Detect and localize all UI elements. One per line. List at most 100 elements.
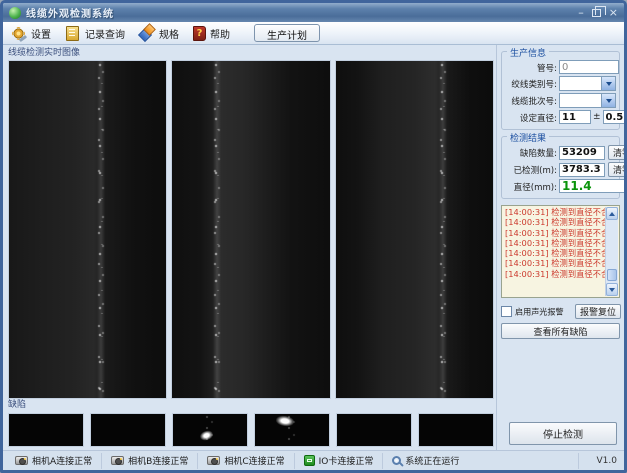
defect-thumbnail[interactable]: [172, 413, 248, 447]
restore-button[interactable]: [592, 9, 601, 17]
measured-length-label: 已检测(m):: [508, 163, 557, 175]
magnifier-icon: [392, 456, 401, 465]
help-book-icon: ?: [193, 26, 206, 41]
defect-count-value[interactable]: [559, 146, 605, 160]
camera-c-view: [335, 60, 494, 399]
log-entry: [14:00:31] 检测到直径不合格: [505, 239, 595, 248]
live-image-panel: 线缆检测实时图像 缺陷: [3, 45, 496, 450]
defect-count-label: 缺陷数量:: [508, 146, 557, 158]
log-entry: [14:00:31] 检测到直径不合格: [505, 250, 595, 259]
defect-thumbnail[interactable]: [90, 413, 166, 447]
stop-detection-button[interactable]: 停止检测: [509, 422, 617, 445]
diameter-row: 直径(mm):: [505, 179, 616, 193]
app-icon: [9, 7, 21, 19]
minimize-button[interactable]: –: [578, 7, 584, 18]
dropdown-arrow-icon[interactable]: [601, 94, 615, 107]
scroll-down-icon[interactable]: [606, 283, 618, 296]
defect-count-row: 缺陷数量: 清零: [505, 145, 616, 160]
tube-number-input[interactable]: [559, 60, 619, 74]
status-camera-b: 相机B连接正常: [102, 453, 198, 469]
alarm-reset-button[interactable]: 报警复位: [575, 304, 621, 319]
main-area: 线缆检测实时图像 缺陷: [3, 45, 624, 450]
measured-length-value[interactable]: [559, 163, 605, 177]
version-label: V1.0: [579, 456, 621, 466]
tolerance-input[interactable]: [603, 110, 627, 124]
clear-measured-length-button[interactable]: 清零: [608, 162, 627, 177]
strand-class-label: 绞线类别号:: [508, 77, 557, 89]
status-io-card: IO卡连接正常: [295, 453, 384, 469]
production-info-group: 生产信息 管号: 绞线类别号: 线缆批次号:: [501, 51, 620, 130]
status-running-label: 系统正在运行: [405, 454, 459, 467]
status-io-label: IO卡连接正常: [319, 454, 374, 467]
live-image-title: 线缆检测实时图像: [8, 47, 494, 59]
status-camera-c-label: 相机C连接正常: [224, 454, 284, 467]
toolbar-item-help[interactable]: ? 帮助: [193, 26, 230, 41]
defect-thumbnails: [8, 413, 494, 447]
cable-edge-highlight: [213, 61, 221, 398]
log-entry: [14:00:31] 检测到直径不合格: [505, 208, 595, 217]
status-camera-a: 相机A连接正常: [6, 453, 102, 469]
log-entry: [14:00:31] 检测到直径不合格: [505, 229, 595, 238]
detection-results-group: 检测结果 缺陷数量: 清零 已检测(m): 清零 直径(mm):: [501, 136, 620, 199]
alarm-options-row: 启用声光报警 报警复位: [501, 304, 620, 319]
strand-class-select[interactable]: [559, 76, 616, 91]
scroll-up-icon[interactable]: [606, 207, 618, 220]
app-window: 线缆外观检测系统 – × 设置 记录查询 规格 ? 帮助 生产计划 线缆检测实: [0, 0, 627, 473]
measured-length-row: 已检测(m): 清零: [505, 162, 616, 177]
defect-thumbnail[interactable]: [336, 413, 412, 447]
log-entry: [14:00:31] 检测到直径不合格: [505, 260, 595, 269]
sound-light-alarm-label: 启用声光报警: [515, 306, 564, 318]
camera-icon: [111, 456, 124, 465]
defect-thumbnail[interactable]: [8, 413, 84, 447]
camera-b-view: [171, 60, 330, 399]
toolbar-item-records[interactable]: 记录查询: [65, 25, 125, 41]
camera-icon: [15, 456, 28, 465]
defect-thumbnail[interactable]: [254, 413, 330, 447]
diameter-label: 直径(mm):: [508, 180, 557, 192]
production-plan-button[interactable]: 生产计划: [254, 24, 320, 42]
title-bar: 线缆外观检测系统 – ×: [3, 3, 624, 22]
spec-label: 规格: [159, 26, 179, 41]
toolbar-item-spec[interactable]: 规格: [139, 25, 179, 41]
camera-views: [8, 60, 494, 399]
set-diameter-label: 设定直径:: [508, 111, 557, 123]
set-diameter-input[interactable]: [559, 110, 591, 124]
tube-number-label: 管号:: [508, 61, 557, 73]
window-title: 线缆外观检测系统: [26, 5, 114, 20]
dropdown-arrow-icon[interactable]: [601, 77, 615, 90]
diameter-value[interactable]: [559, 179, 627, 193]
tube-number-row: 管号:: [505, 60, 616, 74]
camera-icon: [207, 456, 220, 465]
plus-minus-sign: ±: [593, 112, 601, 122]
scrollbar-thumb[interactable]: [607, 269, 617, 281]
sound-light-alarm-checkbox[interactable]: [501, 306, 512, 317]
strand-class-row: 绞线类别号:: [505, 76, 616, 91]
batch-number-select[interactable]: [559, 93, 616, 108]
status-camera-c: 相机C连接正常: [198, 453, 294, 469]
defect-strip-title: 缺陷: [8, 399, 494, 411]
clear-defect-count-button[interactable]: 清零: [608, 145, 627, 160]
cable-edge-highlight: [439, 61, 447, 398]
log-entry: [14:00:31] 检测到直径不合格: [505, 270, 595, 279]
log-entry: [14:00:31] 检测到直径不合格: [505, 219, 595, 228]
view-all-defects-button[interactable]: 查看所有缺陷: [501, 323, 620, 339]
help-label: 帮助: [210, 26, 230, 41]
toolbar: 设置 记录查询 规格 ? 帮助 生产计划: [3, 22, 624, 45]
batch-number-row: 线缆批次号:: [505, 93, 616, 108]
cable-edge-highlight: [97, 61, 105, 398]
defect-thumbnail[interactable]: [418, 413, 494, 447]
production-info-title: 生产信息: [507, 46, 549, 59]
alarm-log-list[interactable]: [14:00:31] 检测到直径不合格 [14:00:31] 检测到直径不合格 …: [501, 205, 620, 298]
control-panel: 生产信息 管号: 绞线类别号: 线缆批次号:: [496, 45, 624, 450]
records-label: 记录查询: [85, 26, 125, 41]
spec-icon: [139, 25, 155, 41]
settings-label: 设置: [31, 26, 51, 41]
status-camera-b-label: 相机B连接正常: [128, 454, 188, 467]
close-button[interactable]: ×: [609, 7, 618, 18]
toolbar-item-settings[interactable]: 设置: [11, 25, 51, 41]
camera-a-view: [8, 60, 167, 399]
log-scrollbar[interactable]: [605, 207, 618, 296]
status-running: 系统正在运行: [383, 453, 579, 469]
detection-results-title: 检测结果: [507, 131, 549, 144]
status-bar: 相机A连接正常 相机B连接正常 相机C连接正常 IO卡连接正常 系统正在运行 V…: [3, 450, 624, 470]
